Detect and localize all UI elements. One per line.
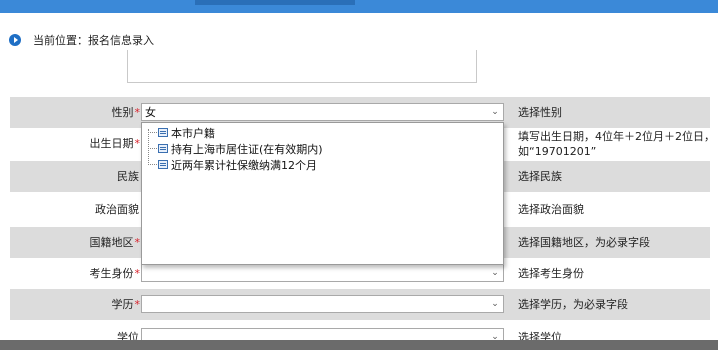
bottom-bar: [0, 340, 718, 350]
gender-hint: 选择性别: [518, 106, 562, 119]
ethnicity-hint: 选择民族: [518, 170, 562, 183]
gender-label: 性别*: [111, 106, 141, 119]
political-status-hint: 选择政治面貌: [518, 203, 584, 216]
candidate-status-dropdown[interactable]: 本市户籍 持有上海市居住证(在有效期内) 近两年累计社保缴纳满12个月: [141, 122, 504, 265]
dropdown-option[interactable]: 本市户籍: [150, 125, 215, 140]
chevron-down-icon[interactable]: ⌄: [489, 105, 501, 119]
political-status-label: 政治面貌: [95, 203, 139, 216]
list-node-icon: [158, 144, 168, 153]
dropdown-option[interactable]: 近两年累计社保缴纳满12个月: [150, 157, 317, 172]
nationality-label: 国籍地区*: [89, 236, 141, 249]
education-select[interactable]: ⌄: [141, 295, 504, 313]
nationality-hint: 选择国籍地区，为必录字段: [518, 236, 650, 249]
top-banner-tab: [195, 0, 355, 5]
gender-select[interactable]: 女 ⌄: [141, 103, 504, 121]
candidate-status-hint: 选择考生身份: [518, 267, 584, 280]
candidate-status-select[interactable]: ⌄: [141, 264, 504, 282]
birthdate-label: 出生日期*: [89, 137, 141, 150]
ethnicity-label: 民族: [117, 170, 139, 183]
list-node-icon: [158, 160, 168, 169]
address-textarea[interactable]: [127, 50, 477, 83]
candidate-status-label: 考生身份*: [89, 267, 141, 280]
chevron-down-icon[interactable]: ⌄: [489, 266, 501, 280]
gender-select-value: 女: [145, 106, 156, 119]
birthdate-hint: 填写出生日期，4位年＋2位月＋2位日， 如“19701201”: [518, 130, 715, 158]
breadcrumb-text: 当前位置：报名信息录入: [33, 34, 154, 47]
education-label: 学历*: [111, 298, 141, 311]
list-node-icon: [158, 128, 168, 137]
form-row-education: 学历* ⌄ 选择学历，为必录字段: [10, 289, 710, 320]
play-arrow-icon: [9, 34, 21, 46]
breadcrumb: 当前位置：报名信息录入: [9, 32, 154, 48]
chevron-down-icon[interactable]: ⌄: [489, 297, 501, 311]
education-hint: 选择学历，为必录字段: [518, 298, 628, 311]
dropdown-option[interactable]: 持有上海市居住证(在有效期内): [150, 141, 323, 156]
top-banner: [0, 0, 718, 13]
